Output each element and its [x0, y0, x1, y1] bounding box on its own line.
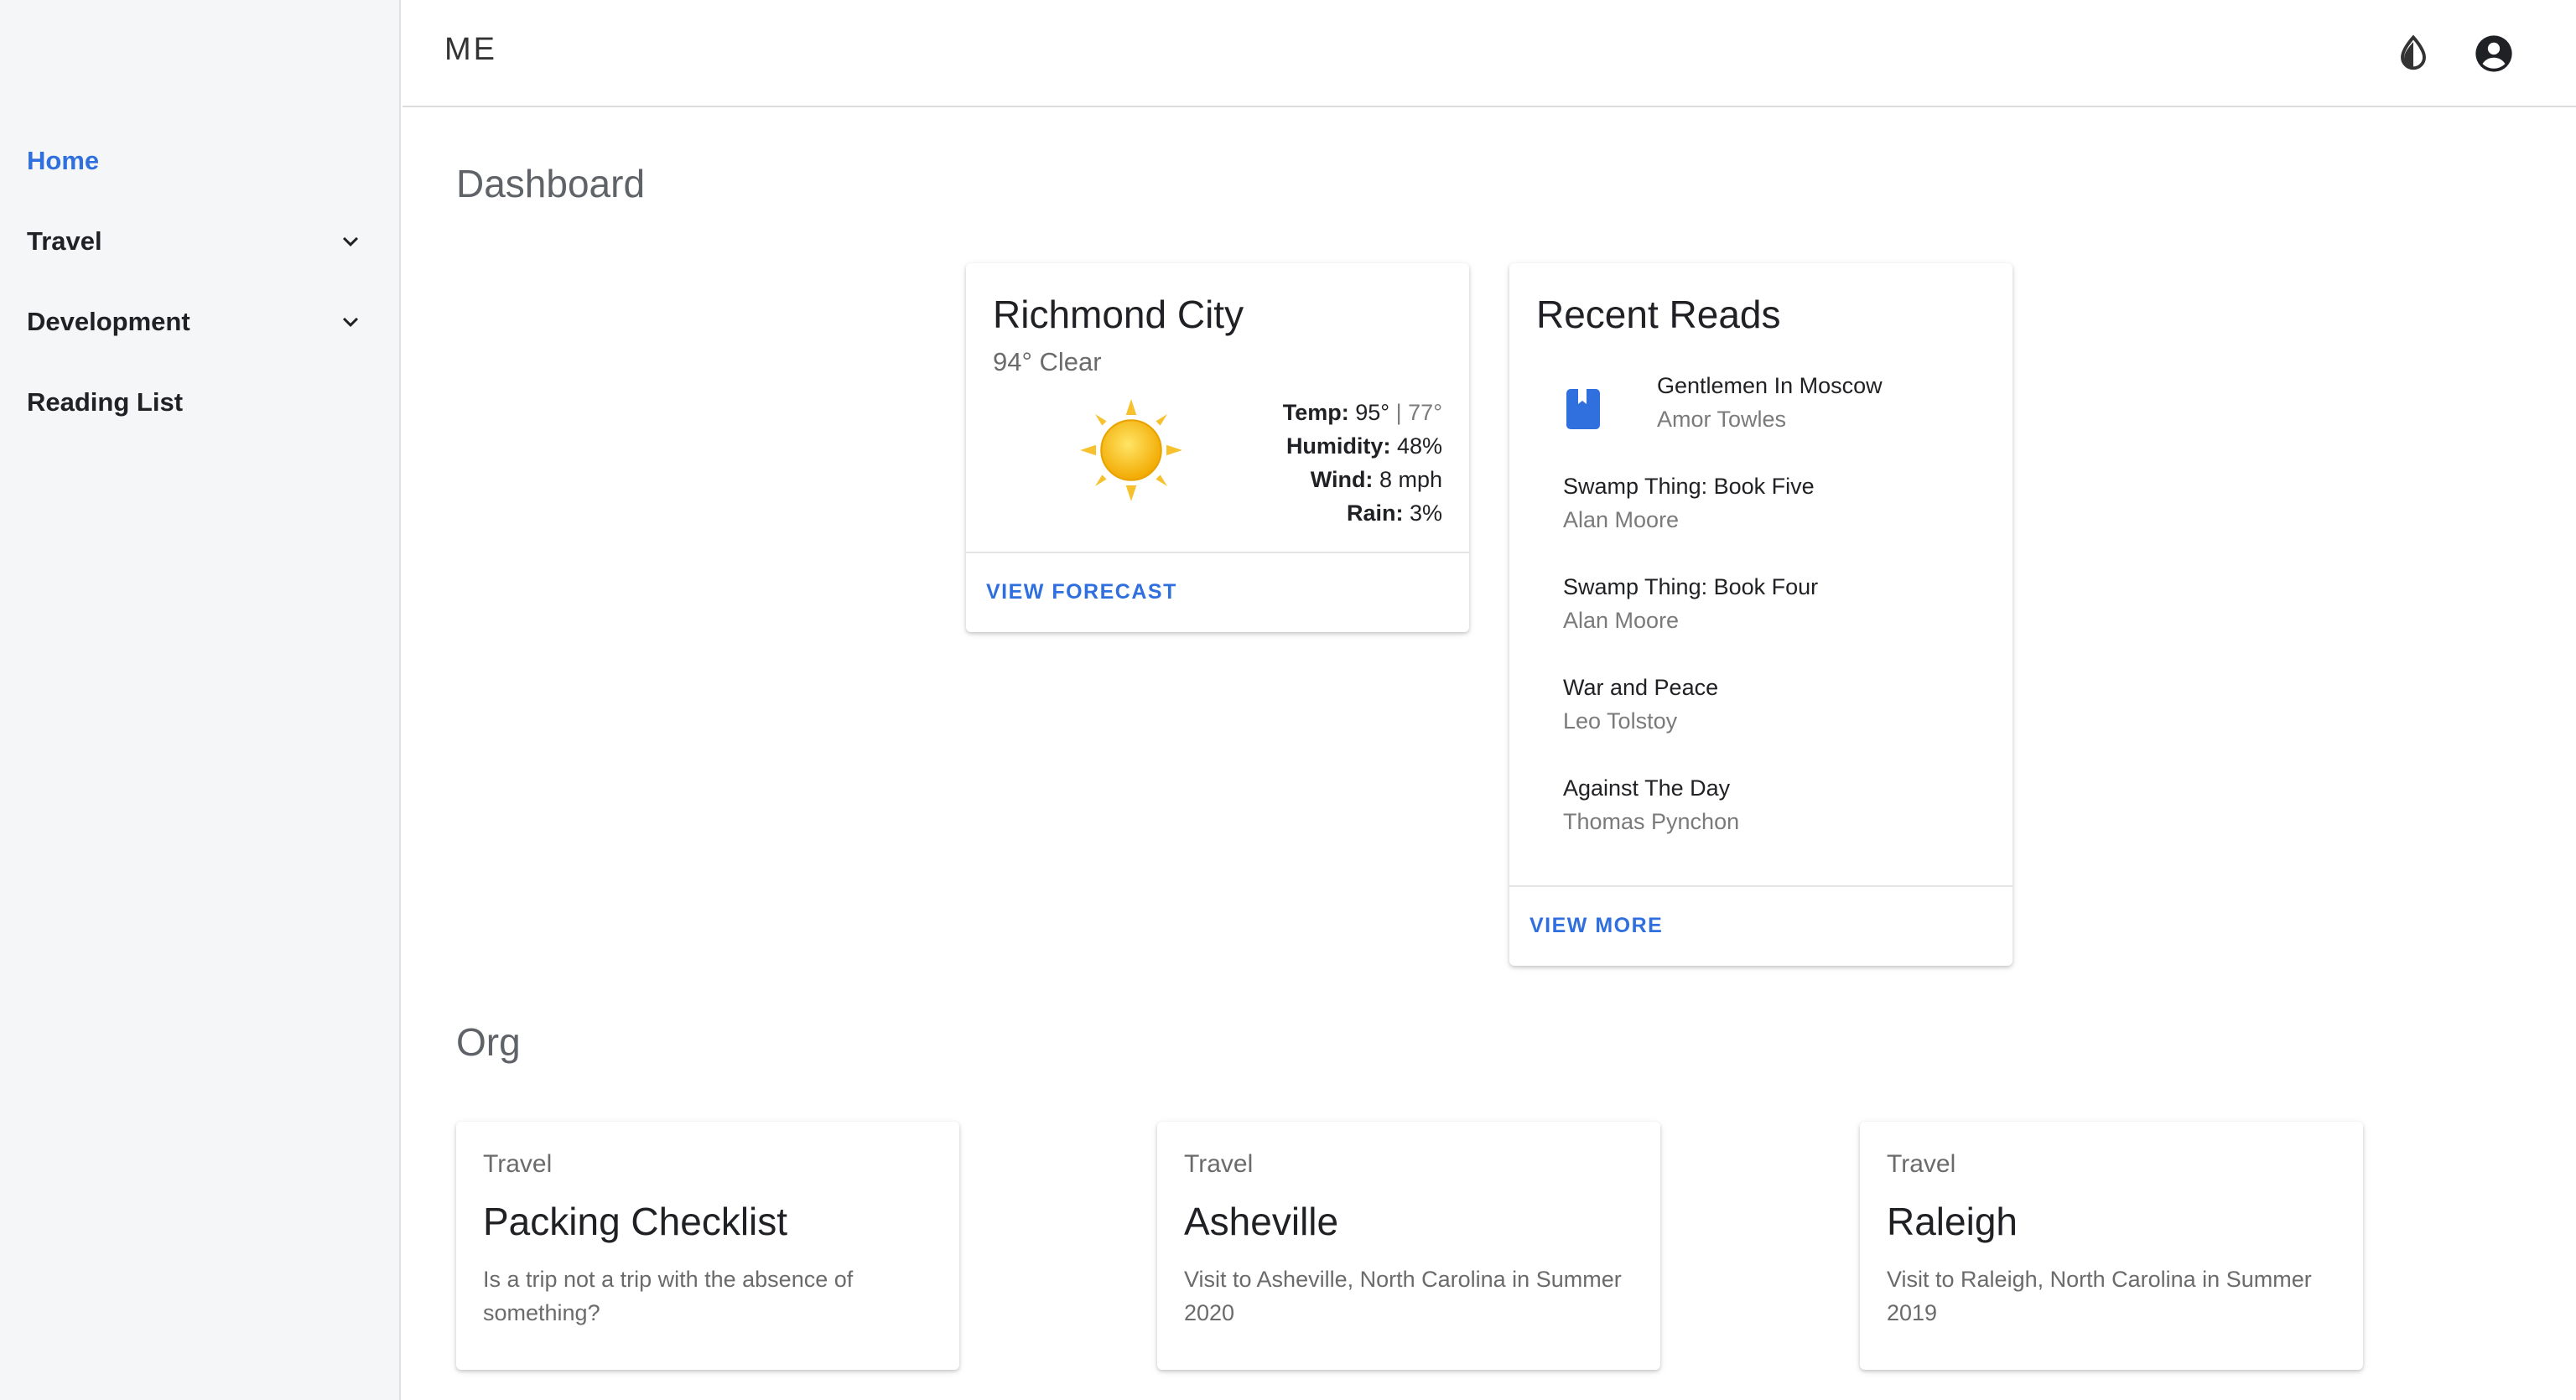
org-card-packing-checklist[interactable]: Travel Packing Checklist Is a trip not a… [456, 1122, 959, 1370]
weather-stats: Temp: 95° | 77° Humidity: 48% Wind: 8 mp… [1283, 396, 1442, 530]
weather-rain-value: 3% [1409, 500, 1442, 526]
list-item[interactable]: Gentlemen In Moscow Amor Towles [1657, 369, 2076, 436]
org-card-description: Visit to Asheville, North Carolina in Su… [1184, 1267, 1622, 1325]
read-author: Alan Moore [1563, 507, 1680, 532]
org-title: Org [456, 1020, 521, 1064]
read-title: Swamp Thing: Book Five [1563, 474, 1815, 499]
weather-humidity-value: 48% [1396, 433, 1442, 459]
read-title: Gentlemen In Moscow [1657, 373, 1883, 398]
org-card-description: Is a trip not a trip with the absence of… [483, 1267, 854, 1325]
weather-wind-row: Wind: 8 mph [1283, 463, 1442, 496]
org-card-description: Visit to Raleigh, North Carolina in Summ… [1887, 1267, 2312, 1325]
account-circle-icon[interactable] [2472, 32, 2516, 75]
view-more-button[interactable]: VIEW MORE [1530, 914, 1663, 938]
sidebar-item-label: Development [27, 307, 190, 336]
weather-wind-label: Wind: [1310, 467, 1374, 492]
org-card-title: Raleigh [1887, 1200, 2018, 1243]
sun-icon [1080, 399, 1182, 501]
org-card-title: Packing Checklist [483, 1200, 788, 1243]
weather-city: Richmond City [993, 293, 1244, 336]
list-item[interactable]: Swamp Thing: Book Four Alan Moore [1563, 570, 1982, 637]
chevron-down-icon[interactable] [335, 307, 366, 337]
org-card-asheville[interactable]: Travel Asheville Visit to Asheville, Nor… [1157, 1122, 1660, 1370]
weather-temp-row: Temp: 95° | 77° [1283, 396, 1442, 429]
weather-summary: 94° Clear [993, 347, 1102, 376]
org-card-title: Asheville [1184, 1200, 1339, 1243]
weather-card: Richmond City 94° Clear Temp: 95° | 77° [966, 263, 1469, 632]
read-author: Alan Moore [1563, 608, 1680, 633]
sidebar-item-label: Reading List [27, 387, 184, 417]
sidebar-item-development[interactable]: Development [27, 295, 374, 349]
sidebar: Home Travel Development Reading List [0, 0, 401, 1400]
read-title: Swamp Thing: Book Four [1563, 574, 1819, 599]
org-card-raleigh[interactable]: Travel Raleigh Visit to Raleigh, North C… [1860, 1122, 2363, 1370]
sidebar-item-home[interactable]: Home [27, 134, 374, 188]
book-icon [1566, 389, 1600, 429]
brand-logo[interactable]: ME [444, 32, 497, 68]
weather-temp-high: 95° [1355, 400, 1390, 425]
top-app-bar: ME [402, 0, 2576, 107]
list-item[interactable]: Against The Day Thomas Pynchon [1563, 771, 1982, 838]
view-forecast-button[interactable]: VIEW FORECAST [986, 580, 1177, 604]
weather-wind-value: 8 mph [1379, 467, 1442, 492]
recent-reads-title: Recent Reads [1536, 293, 1781, 336]
weather-card-footer: VIEW FORECAST [966, 552, 1469, 632]
read-title: Against The Day [1563, 775, 1731, 801]
weather-temp-low: 77° [1408, 400, 1442, 425]
weather-rain-row: Rain: 3% [1283, 496, 1442, 530]
weather-temp-label: Temp: [1282, 400, 1349, 425]
dashboard-title: Dashboard [456, 162, 646, 205]
weather-humidity-row: Humidity: 48% [1283, 429, 1442, 463]
chevron-down-icon[interactable] [335, 226, 366, 257]
recent-reads-footer: VIEW MORE [1509, 885, 2012, 966]
read-author: Leo Tolstoy [1563, 708, 1678, 734]
sidebar-item-label: Travel [27, 226, 102, 256]
weather-humidity-label: Humidity: [1285, 433, 1391, 459]
sidebar-item-reading-list[interactable]: Reading List [27, 376, 374, 429]
read-title: War and Peace [1563, 675, 1719, 700]
read-author: Thomas Pynchon [1563, 809, 1740, 834]
org-card-category: Travel [1887, 1150, 1956, 1178]
org-card-category: Travel [483, 1150, 553, 1178]
theme-toggle-icon[interactable] [2392, 32, 2435, 75]
weather-temp-separator: | [1395, 400, 1402, 425]
org-card-category: Travel [1184, 1150, 1254, 1178]
weather-rain-label: Rain: [1346, 500, 1404, 526]
read-author: Amor Towles [1657, 407, 1787, 432]
recent-reads-card: Recent Reads Gentlemen In Moscow Amor To… [1509, 263, 2012, 966]
sidebar-item-travel[interactable]: Travel [27, 215, 374, 268]
list-item[interactable]: Swamp Thing: Book Five Alan Moore [1563, 469, 1982, 537]
list-item[interactable]: War and Peace Leo Tolstoy [1563, 671, 1982, 738]
sidebar-item-label: Home [27, 146, 100, 175]
